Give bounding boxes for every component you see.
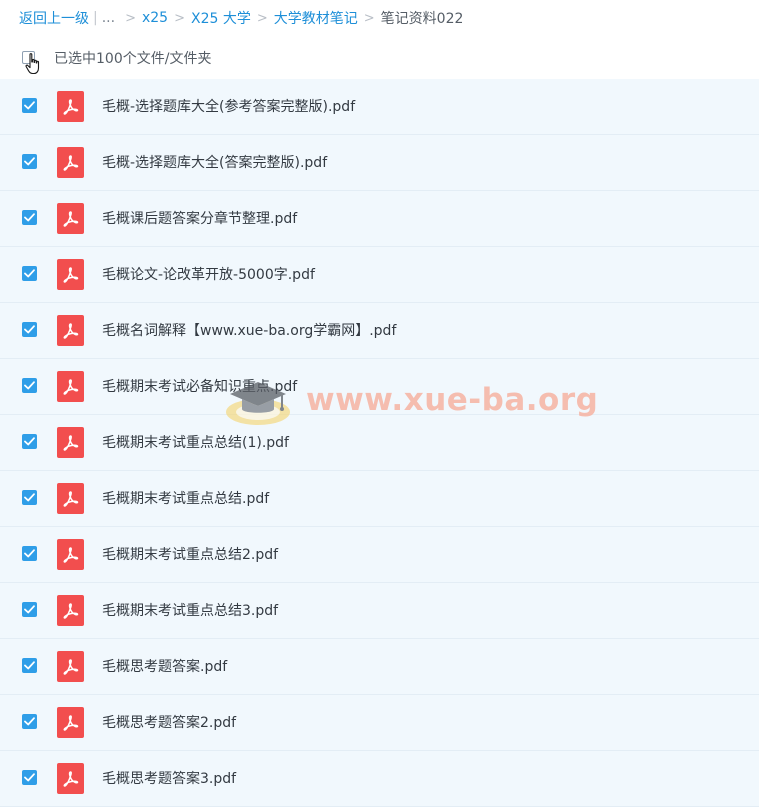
pdf-icon [57,371,84,402]
file-checkbox[interactable] [22,266,37,281]
file-name[interactable]: 毛概-选择题库大全(参考答案完整版).pdf [102,96,355,116]
checkmark-icon [24,661,35,670]
breadcrumb-item-x25[interactable]: x25 [142,10,168,26]
file-checkbox[interactable] [22,322,37,337]
checkmark-icon [24,437,35,446]
file-row[interactable]: 毛概论文-论改革开放-5000字.pdf [0,247,759,303]
pdf-icon [57,651,84,682]
checkmark-icon [24,605,35,614]
pdf-icon [57,147,84,178]
file-checkbox[interactable] [22,434,37,449]
pdf-icon [57,763,84,794]
pdf-icon [57,595,84,626]
checkmark-icon [24,493,35,502]
file-row[interactable]: 毛概-选择题库大全(参考答案完整版).pdf [0,79,759,135]
file-checkbox[interactable] [22,98,37,113]
pdf-icon [57,539,84,570]
checkmark-icon [24,157,35,166]
file-row[interactable]: 毛概思考题答案3.pdf [0,751,759,807]
file-checkbox[interactable] [22,770,37,785]
breadcrumb-separator: > [125,10,136,26]
file-name[interactable]: 毛概名词解释【www.xue-ba.org学霸网】.pdf [102,320,396,340]
breadcrumb: 返回上一级 | ... > x25 > X25 大学 > 大学教材笔记 > 笔记… [19,7,463,29]
file-row[interactable]: 毛概课后题答案分章节整理.pdf [0,191,759,247]
file-browser: 返回上一级 | ... > x25 > X25 大学 > 大学教材笔记 > 笔记… [0,0,759,811]
file-row[interactable]: 毛概期末考试重点总结2.pdf [0,527,759,583]
file-row[interactable]: 毛概思考题答案.pdf [0,639,759,695]
pdf-icon [57,707,84,738]
breadcrumb-separator: > [174,10,185,26]
file-name[interactable]: 毛概思考题答案2.pdf [102,712,236,732]
file-name[interactable]: 毛概期末考试重点总结2.pdf [102,544,278,564]
pdf-icon [57,91,84,122]
breadcrumb-item-textbook-notes[interactable]: 大学教材笔记 [274,8,358,28]
breadcrumb-ellipsis[interactable]: ... [102,10,115,26]
file-name[interactable]: 毛概期末考试重点总结(1).pdf [102,432,289,452]
file-name[interactable]: 毛概课后题答案分章节整理.pdf [102,208,297,228]
breadcrumb-separator: > [363,10,375,26]
selection-bar: 已选中100个文件/文件夹 [0,44,759,75]
breadcrumb-pipe: | [93,10,98,26]
checkmark-icon [24,213,35,222]
breadcrumb-item-x25-university[interactable]: X25 大学 [191,8,251,28]
file-row[interactable]: 毛概名词解释【www.xue-ba.org学霸网】.pdf [0,303,759,359]
file-name[interactable]: 毛概-选择题库大全(答案完整版).pdf [102,152,327,172]
breadcrumb-separator: > [256,10,268,26]
file-row[interactable]: 毛概期末考试重点总结3.pdf [0,583,759,639]
breadcrumb-current: 笔记资料022 [380,11,464,27]
pdf-icon [57,203,84,234]
file-name[interactable]: 毛概思考题答案.pdf [102,656,227,676]
checkmark-icon [24,101,35,110]
breadcrumb-back-link[interactable]: 返回上一级 [19,8,89,28]
checkmark-icon [24,325,35,334]
file-row[interactable]: 毛概思考题答案2.pdf [0,695,759,751]
file-row[interactable]: 毛概期末考试重点总结.pdf [0,471,759,527]
checkmark-icon [24,549,35,558]
file-row[interactable]: 毛概期末考试重点总结(1).pdf [0,415,759,471]
file-row[interactable]: 毛概期末考试必备知识重点.pdf [0,359,759,415]
file-name[interactable]: 毛概思考题答案3.pdf [102,768,236,788]
file-checkbox[interactable] [22,658,37,673]
pdf-icon [57,315,84,346]
file-name[interactable]: 毛概期末考试必备知识重点.pdf [102,376,297,396]
file-checkbox[interactable] [22,378,37,393]
pdf-icon [57,259,84,290]
file-checkbox[interactable] [22,210,37,225]
file-checkbox[interactable] [22,490,37,505]
file-checkbox[interactable] [22,154,37,169]
file-row[interactable]: 毛概-选择题库大全(答案完整版).pdf [0,135,759,191]
pdf-icon [57,427,84,458]
file-list: 毛概-选择题库大全(参考答案完整版).pdf 毛概-选择题库大全(答案完整版).p… [0,79,759,807]
file-checkbox[interactable] [22,714,37,729]
checkmark-icon [24,269,35,278]
file-checkbox[interactable] [22,546,37,561]
checkmark-icon [24,773,35,782]
file-name[interactable]: 毛概期末考试重点总结.pdf [102,488,269,508]
checkmark-icon [24,717,35,726]
hand-cursor-icon [25,53,40,75]
selected-count-label: 已选中100个文件/文件夹 [54,51,212,67]
pdf-icon [57,483,84,514]
checkmark-icon [24,381,35,390]
file-checkbox[interactable] [22,602,37,617]
file-name[interactable]: 毛概论文-论改革开放-5000字.pdf [102,264,315,284]
file-name[interactable]: 毛概期末考试重点总结3.pdf [102,600,278,620]
